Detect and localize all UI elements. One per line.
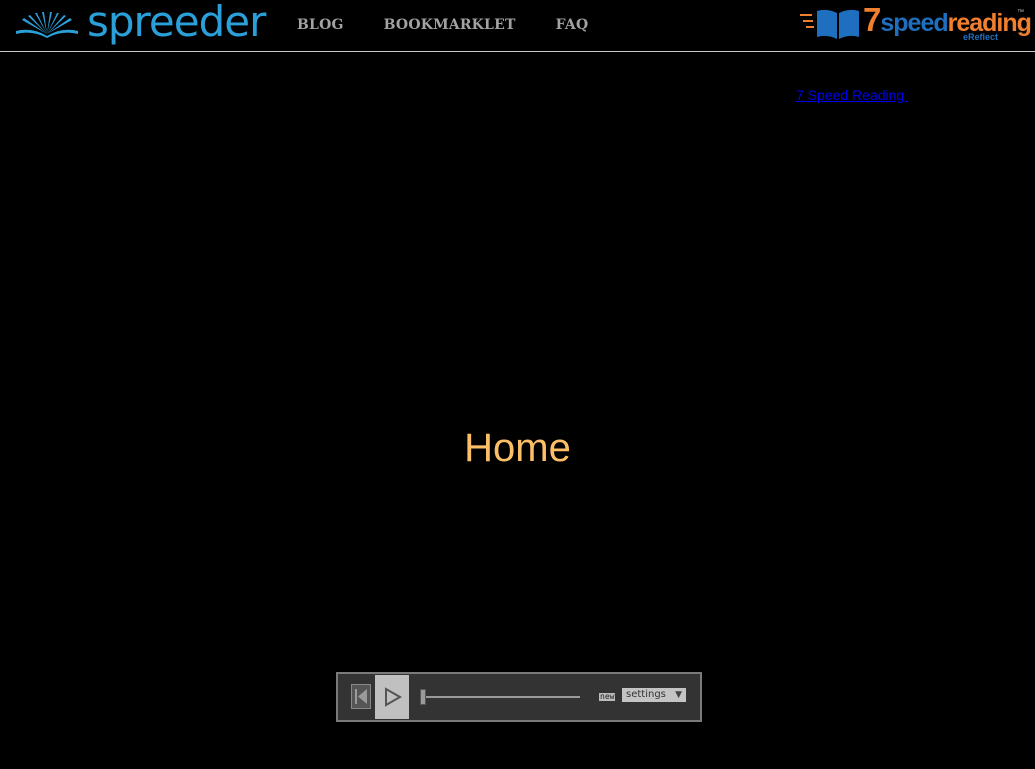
skip-back-icon [355,689,367,704]
7speedreading-logo[interactable]: 7speedreading ™ eReflect [800,1,1032,44]
site-header: spreeder BLOG BOOKMARKLET FAQ 7speedread… [0,0,1035,52]
slider-track [420,696,580,698]
dropdown-arrow-icon: ▼ [675,690,682,700]
current-word: Home [464,426,571,470]
7-speed-reading-link[interactable]: 7 Speed Reading [796,87,908,103]
new-badge: new [599,692,616,701]
brand-seven: 7 [863,1,881,38]
trademark-mark: ™ [1017,9,1024,16]
slider-thumb[interactable] [420,689,426,705]
nav-faq[interactable]: FAQ [556,17,589,33]
brand-subtitle: eReflect [963,32,999,42]
brand-speed: speed [880,9,948,37]
main-nav: BLOG BOOKMARKLET FAQ [297,17,588,33]
speed-book-icon [800,9,859,39]
nav-bookmarklet[interactable]: BOOKMARKLET [384,17,516,33]
logo-text: spreeder [87,0,266,46]
play-icon [385,687,403,707]
settings-dropdown[interactable]: settings ▼ [622,688,686,702]
settings-label: settings [626,689,666,700]
spreeder-logo[interactable]: spreeder [16,0,266,48]
brand-wordmark: 7speedreading [863,1,1032,39]
reader-controls: new settings ▼ [336,672,702,722]
nav-blog[interactable]: BLOG [297,17,344,33]
open-book-icon [16,12,78,38]
progress-slider[interactable] [420,688,580,706]
restart-button[interactable] [351,684,371,709]
play-button[interactable] [375,675,409,719]
